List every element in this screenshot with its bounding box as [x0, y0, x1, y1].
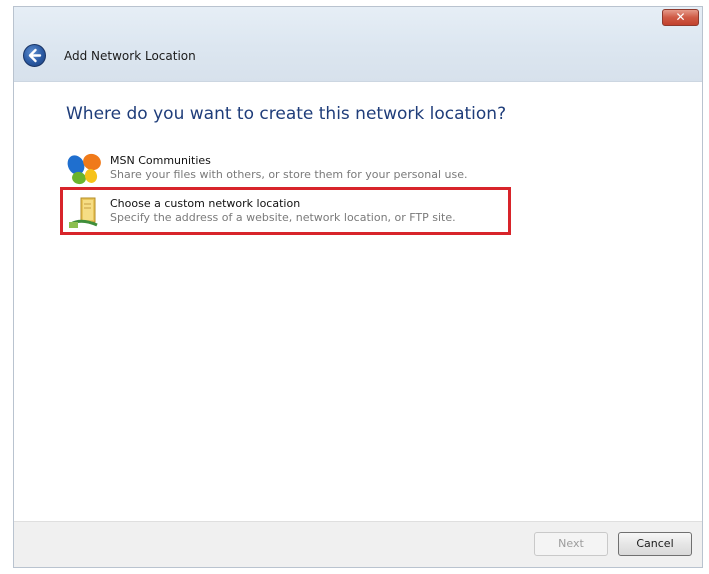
option-msn-communities[interactable]: MSN Communities Share your files with ot…	[67, 151, 507, 189]
cancel-button[interactable]: Cancel	[618, 532, 692, 556]
close-button[interactable]: ✕	[662, 9, 699, 26]
option-description: Share your files with others, or store t…	[110, 168, 468, 181]
option-title: Choose a custom network location	[110, 197, 301, 210]
page-heading: Where do you want to create this network…	[66, 104, 507, 124]
dialog-footer: Next Cancel	[14, 521, 702, 567]
msn-butterfly-icon	[67, 153, 101, 185]
back-button[interactable]	[23, 44, 46, 67]
back-arrow-icon	[28, 48, 42, 63]
title-bar: ✕ Add Network Location	[14, 7, 702, 82]
add-network-location-dialog: ✕ Add Network Location Where do you want…	[13, 6, 703, 568]
window-title: Add Network Location	[64, 49, 196, 63]
option-title: MSN Communities	[110, 154, 211, 167]
next-button[interactable]: Next	[534, 532, 608, 556]
option-custom-network-location[interactable]: Choose a custom network location Specify…	[67, 194, 507, 232]
option-description: Specify the address of a website, networ…	[110, 211, 456, 224]
network-folder-icon	[69, 197, 98, 228]
